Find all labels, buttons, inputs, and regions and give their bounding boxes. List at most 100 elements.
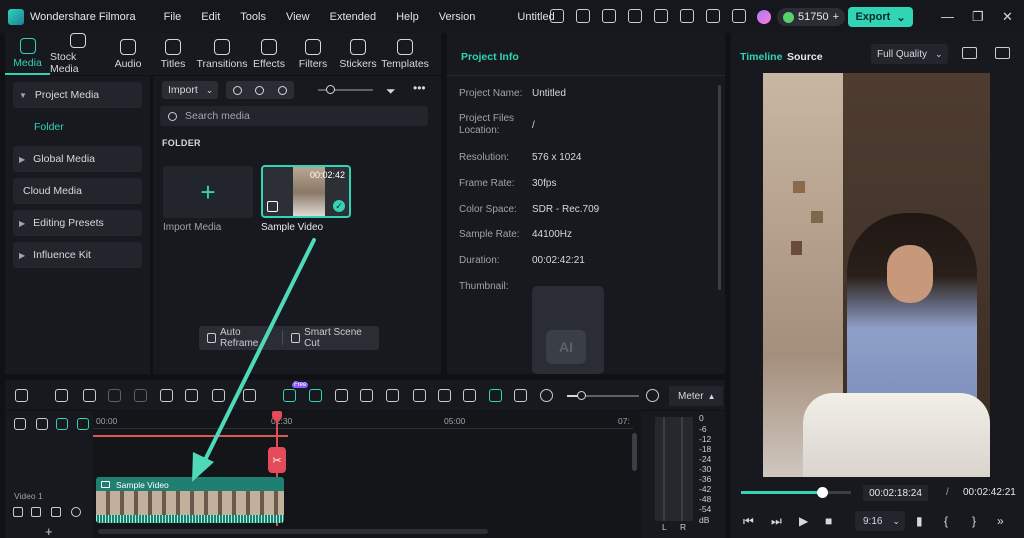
aspect-ratio-dropdown[interactable]: 9:16 ⌄ bbox=[855, 511, 905, 531]
horizontal-scrollbar[interactable] bbox=[98, 529, 488, 534]
video-clip[interactable]: Sample Video bbox=[96, 477, 284, 523]
microphone-icon[interactable] bbox=[255, 85, 265, 95]
export-button[interactable]: Export ⌄ bbox=[848, 7, 913, 27]
lightbulb-icon[interactable] bbox=[602, 9, 616, 23]
scissors-icon[interactable] bbox=[160, 389, 173, 402]
sidebar-item-influence-kit[interactable]: ▶ Influence Kit bbox=[13, 242, 142, 268]
tab-templates[interactable]: Templates bbox=[380, 33, 430, 75]
text-icon[interactable] bbox=[185, 389, 198, 402]
sidebar-item-project-media[interactable]: ▼ Project Media bbox=[13, 82, 142, 108]
playback-knob[interactable] bbox=[817, 487, 828, 498]
slider-knob[interactable] bbox=[326, 85, 335, 94]
split-scissors-icon[interactable]: ✂ bbox=[268, 447, 286, 473]
mute-icon[interactable] bbox=[51, 507, 61, 517]
split-icon[interactable] bbox=[309, 389, 322, 402]
sidebar-item-editing-presets[interactable]: ▶ Editing Presets bbox=[13, 210, 142, 236]
lock-icon[interactable] bbox=[13, 507, 23, 517]
tab-stock-media[interactable]: Stock Media bbox=[50, 33, 106, 75]
tab-transitions[interactable]: Transitions bbox=[196, 33, 248, 75]
layout-icon[interactable] bbox=[962, 47, 977, 59]
save-icon[interactable] bbox=[654, 9, 668, 23]
tab-stickers[interactable]: Stickers bbox=[336, 33, 380, 75]
snap-icon[interactable] bbox=[489, 389, 502, 402]
credits-pill[interactable]: 51750 + bbox=[777, 8, 846, 26]
import-dropdown[interactable]: Import ⌄ bbox=[162, 81, 218, 99]
select-tool-icon[interactable] bbox=[55, 389, 68, 402]
mark-out-icon[interactable]: } bbox=[972, 514, 976, 528]
cloud-upload-icon[interactable] bbox=[680, 9, 694, 23]
settings-icon[interactable] bbox=[14, 418, 26, 430]
tab-media[interactable]: Media bbox=[5, 33, 50, 75]
grid-icon[interactable] bbox=[15, 389, 28, 402]
tab-titles[interactable]: Titles bbox=[150, 33, 196, 75]
playhead-handle[interactable] bbox=[272, 411, 282, 421]
search-input[interactable] bbox=[185, 110, 385, 122]
quality-dropdown[interactable]: Full Quality ⌄ bbox=[871, 44, 948, 64]
zoom-slider[interactable] bbox=[567, 391, 639, 400]
tab-effects[interactable]: Effects bbox=[248, 33, 290, 75]
thumbnail-box[interactable]: AI bbox=[532, 286, 604, 374]
link-icon[interactable] bbox=[36, 418, 48, 430]
sidebar-item-folder[interactable]: Folder bbox=[13, 114, 142, 140]
snapshot-icon[interactable] bbox=[995, 47, 1010, 59]
menu-extended[interactable]: Extended bbox=[330, 11, 376, 23]
next-frame-icon[interactable]: ⏭ bbox=[771, 514, 782, 529]
menu-help[interactable]: Help bbox=[396, 11, 419, 23]
minimize-icon[interactable]: — bbox=[941, 9, 954, 24]
auto-reframe-button[interactable]: Auto Reframe bbox=[199, 327, 282, 349]
shield-icon[interactable] bbox=[413, 389, 426, 402]
zoom-in-icon[interactable] bbox=[646, 389, 659, 402]
meter-dropdown[interactable]: Meter ▲ bbox=[669, 386, 723, 406]
restore-icon[interactable]: ❐ bbox=[972, 9, 984, 25]
smart-scene-cut-button[interactable]: Smart Scene Cut bbox=[283, 327, 379, 349]
headset-icon[interactable] bbox=[706, 9, 720, 23]
tab-source[interactable]: Source bbox=[787, 51, 823, 63]
sample-video-tile[interactable]: 00:02:42 ✓ bbox=[261, 165, 351, 218]
speed-icon[interactable] bbox=[386, 389, 399, 402]
undo-icon[interactable] bbox=[83, 389, 96, 402]
track-list-icon[interactable] bbox=[77, 418, 89, 430]
marker-icon[interactable]: ▮ bbox=[916, 514, 923, 528]
apps-grid-icon[interactable] bbox=[732, 9, 746, 23]
menu-version[interactable]: Version bbox=[439, 11, 476, 23]
ai-avatar-icon[interactable] bbox=[283, 389, 296, 402]
tab-timeline[interactable]: Timeline bbox=[740, 51, 782, 63]
previous-frame-icon[interactable]: ⏮ bbox=[743, 514, 754, 529]
redo-icon[interactable] bbox=[108, 389, 121, 402]
menu-view[interactable]: View bbox=[286, 11, 310, 23]
ai-orb-icon[interactable] bbox=[757, 10, 771, 24]
voice-icon[interactable] bbox=[278, 85, 288, 95]
zoom-knob[interactable] bbox=[577, 391, 586, 400]
auto-enhance-icon[interactable] bbox=[335, 389, 348, 402]
more-options-icon[interactable]: ••• bbox=[413, 81, 426, 95]
eye-icon[interactable] bbox=[71, 507, 81, 517]
speaker-icon[interactable] bbox=[31, 507, 41, 517]
gift-icon[interactable] bbox=[550, 9, 564, 23]
sidebar-item-cloud-media[interactable]: Cloud Media bbox=[13, 178, 142, 204]
tab-filters[interactable]: Filters bbox=[290, 33, 336, 75]
sidebar-item-global-media[interactable]: ▶ Global Media bbox=[13, 146, 142, 172]
keyframe-icon[interactable] bbox=[360, 389, 373, 402]
microphone-icon[interactable] bbox=[438, 389, 451, 402]
menu-tools[interactable]: Tools bbox=[240, 11, 266, 23]
menu-file[interactable]: File bbox=[164, 11, 182, 23]
more-controls-icon[interactable]: » bbox=[997, 514, 1004, 528]
crop-icon[interactable] bbox=[212, 389, 225, 402]
scrollbar[interactable] bbox=[718, 85, 721, 290]
tab-audio[interactable]: Audio bbox=[106, 33, 150, 75]
mark-in-icon[interactable]: { bbox=[944, 514, 948, 528]
more-tools-icon[interactable] bbox=[243, 389, 256, 402]
import-media-tile[interactable]: + bbox=[163, 166, 253, 218]
delete-icon[interactable] bbox=[134, 389, 147, 402]
audio-mixer-icon[interactable] bbox=[463, 389, 476, 402]
record-icon[interactable] bbox=[232, 85, 242, 95]
vertical-scrollbar[interactable] bbox=[632, 433, 637, 471]
add-track-plus-icon[interactable]: + bbox=[45, 524, 53, 538]
zoom-out-icon[interactable] bbox=[540, 389, 553, 402]
send-icon[interactable] bbox=[576, 9, 590, 23]
play-icon[interactable]: ▶ bbox=[799, 514, 808, 528]
menu-edit[interactable]: Edit bbox=[201, 11, 220, 23]
timeline-area[interactable]: 00:00 02:30 05:00 07: ✂ Sample Video bbox=[93, 411, 641, 538]
fit-icon[interactable] bbox=[514, 389, 527, 402]
thumbnail-size-slider[interactable] bbox=[318, 85, 373, 94]
